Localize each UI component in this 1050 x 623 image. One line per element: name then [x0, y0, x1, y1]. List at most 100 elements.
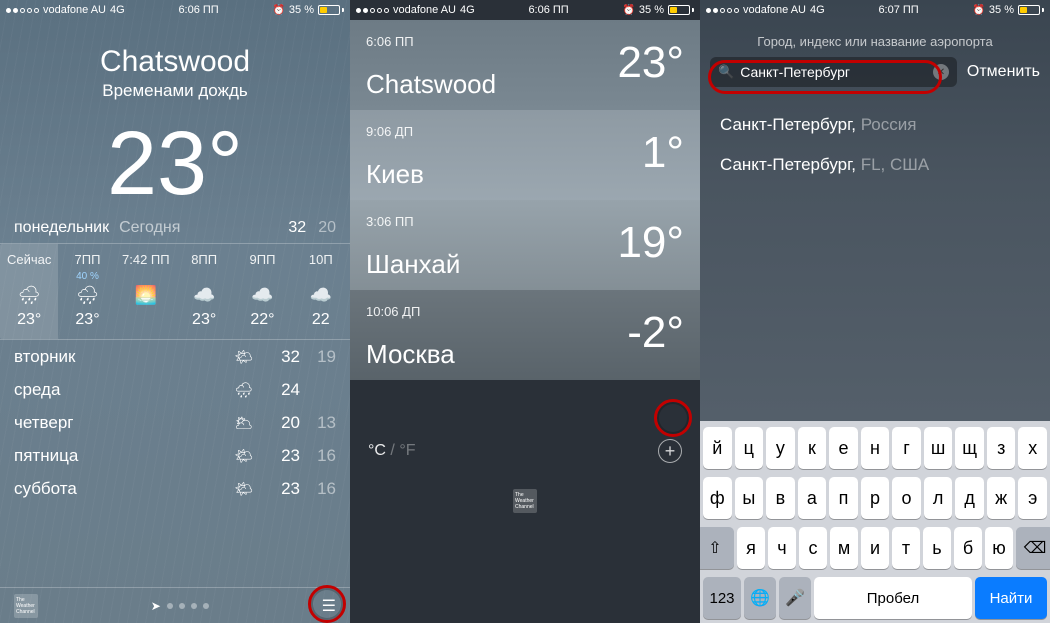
hourly-item: 7ПП40 %🌧23°: [58, 244, 116, 339]
letter-key[interactable]: ь: [923, 527, 951, 569]
city-list-item[interactable]: 9:06 ДПКиев1°: [350, 110, 700, 200]
letter-key[interactable]: е: [829, 427, 858, 469]
bottom-toolbar: The Weather Channel ➤ ☰: [0, 587, 350, 623]
today-high: 32: [288, 219, 306, 237]
letter-key[interactable]: ф: [703, 477, 732, 519]
letter-key[interactable]: ш: [924, 427, 953, 469]
letter-key[interactable]: а: [798, 477, 827, 519]
letter-key[interactable]: ю: [985, 527, 1013, 569]
network-label: 4G: [110, 4, 125, 16]
city-list-screen: vodafone AU 4G 6:06 ПП ⏰ 35 % 6:06 ППCha…: [350, 0, 700, 623]
weather-detail-screen: vodafone AU 4G 6:06 ПП ⏰ 35 % Chatswood …: [0, 0, 350, 623]
add-city-button[interactable]: +: [658, 439, 682, 463]
letter-key[interactable]: я: [737, 527, 765, 569]
letter-key[interactable]: п: [829, 477, 858, 519]
signal-icon: [706, 8, 739, 13]
carrier-label: vodafone AU: [393, 4, 456, 16]
battery-icon: [1018, 5, 1044, 15]
unit-bar: °C / °F +: [350, 427, 700, 475]
battery-percent: 35 %: [989, 4, 1014, 16]
status-time: 6:07 ПП: [878, 4, 918, 16]
signal-icon: [356, 8, 389, 13]
letter-key[interactable]: ы: [735, 477, 764, 519]
letter-key[interactable]: г: [892, 427, 921, 469]
letter-key[interactable]: д: [955, 477, 984, 519]
letter-key[interactable]: в: [766, 477, 795, 519]
unit-toggle[interactable]: °C / °F: [368, 442, 415, 460]
letter-key[interactable]: м: [830, 527, 858, 569]
letter-key[interactable]: к: [798, 427, 827, 469]
globe-key[interactable]: 🌐: [744, 577, 776, 619]
page-indicator[interactable]: ➤: [151, 599, 209, 613]
carrier-label: vodafone AU: [43, 4, 106, 16]
letter-key[interactable]: л: [924, 477, 953, 519]
cancel-button[interactable]: Отменить: [967, 63, 1040, 81]
status-bar: vodafone AU 4G 6:06 ПП ⏰ 35 %: [350, 0, 700, 20]
today-day-name: понедельник: [14, 219, 109, 237]
weather-channel-logo[interactable]: The Weather Channel: [14, 594, 38, 618]
city-list-button[interactable]: ☰: [322, 596, 336, 616]
mic-key[interactable]: 🎤: [779, 577, 811, 619]
clear-search-button[interactable]: ✕: [933, 64, 949, 80]
letter-key[interactable]: и: [861, 527, 889, 569]
hourly-item: 9ПП☁️22°: [233, 244, 291, 339]
return-key[interactable]: Найти: [975, 577, 1047, 619]
alarm-icon: ⏰: [622, 5, 634, 16]
status-bar: vodafone AU 4G 6:06 ПП ⏰ 35 %: [0, 0, 350, 20]
hourly-item: 7:42 ПП🌅: [117, 244, 175, 339]
hourly-forecast[interactable]: Сейчас🌧23°7ПП40 %🌧23°7:42 ПП🌅8ПП☁️23°9ПП…: [0, 244, 350, 340]
shift-key[interactable]: ⇧: [700, 527, 734, 569]
letter-key[interactable]: з: [987, 427, 1016, 469]
weather-channel-logo[interactable]: The Weather Channel: [513, 489, 537, 513]
numbers-key[interactable]: 123: [703, 577, 741, 619]
alarm-icon: ⏰: [972, 5, 984, 16]
location-arrow-icon: ➤: [151, 599, 161, 613]
network-label: 4G: [460, 4, 475, 16]
letter-key[interactable]: у: [766, 427, 795, 469]
letter-key[interactable]: р: [861, 477, 890, 519]
letter-key[interactable]: щ: [955, 427, 984, 469]
signal-icon: [6, 8, 39, 13]
letter-key[interactable]: ц: [735, 427, 764, 469]
letter-key[interactable]: т: [892, 527, 920, 569]
letter-key[interactable]: х: [1018, 427, 1047, 469]
search-result-item[interactable]: Санкт-Петербург, FL, США: [720, 145, 1030, 185]
city-list-item[interactable]: 10:06 ДПМосква-2°: [350, 290, 700, 380]
battery-percent: 35 %: [289, 4, 314, 16]
letter-key[interactable]: н: [861, 427, 890, 469]
letter-key[interactable]: ч: [768, 527, 796, 569]
network-label: 4G: [810, 4, 825, 16]
today-low: 20: [318, 219, 336, 237]
city-name: Chatswood: [0, 45, 350, 79]
city-list-item[interactable]: 6:06 ППChatswood23°: [350, 20, 700, 110]
space-key[interactable]: Пробел: [814, 577, 972, 619]
daily-row: четверг🌥2013: [0, 406, 350, 439]
search-result-item[interactable]: Санкт-Петербург, Россия: [720, 105, 1030, 145]
carrier-label: vodafone AU: [743, 4, 806, 16]
daily-row: среда🌧24: [0, 373, 350, 406]
daily-forecast[interactable]: вторник🌤3219среда🌧24четверг🌥2013пятница🌤…: [0, 340, 350, 505]
search-icon: 🔍: [718, 64, 734, 80]
letter-key[interactable]: й: [703, 427, 732, 469]
search-field[interactable]: 🔍 ✕: [710, 57, 957, 87]
current-temperature: 23°: [0, 119, 350, 209]
letter-key[interactable]: э: [1018, 477, 1047, 519]
battery-icon: [668, 5, 694, 15]
letter-key[interactable]: с: [799, 527, 827, 569]
keyboard[interactable]: йцукенгшщзх фывапролджэ ⇧ячсмитьбю⌫ 123🌐…: [700, 421, 1050, 623]
daily-row: вторник🌤3219: [0, 340, 350, 373]
letter-key[interactable]: б: [954, 527, 982, 569]
letter-key[interactable]: ж: [987, 477, 1016, 519]
search-input[interactable]: [740, 64, 927, 80]
add-city-search-screen: vodafone AU 4G 6:07 ПП ⏰ 35 % Город, инд…: [700, 0, 1050, 623]
letter-key[interactable]: о: [892, 477, 921, 519]
hourly-item: 8ПП☁️23°: [175, 244, 233, 339]
battery-icon: [318, 5, 344, 15]
today-summary-row: понедельник Сегодня 32 20: [0, 209, 350, 244]
city-list-item[interactable]: 3:06 ППШанхай19°: [350, 200, 700, 290]
status-time: 6:06 ПП: [178, 4, 218, 16]
backspace-key[interactable]: ⌫: [1016, 527, 1050, 569]
hourly-item: Сейчас🌧23°: [0, 244, 58, 339]
today-label: Сегодня: [119, 219, 180, 237]
alarm-icon: ⏰: [272, 5, 284, 16]
